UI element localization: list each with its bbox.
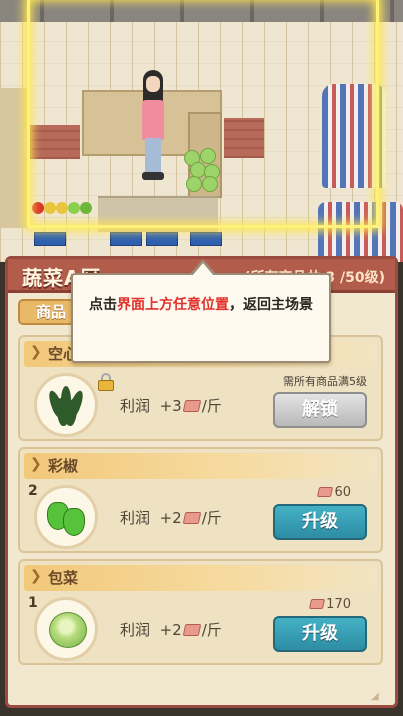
upgrade-cost: 60	[317, 485, 351, 500]
upgrade-cost: 170	[309, 597, 351, 612]
product-level: 1	[28, 595, 38, 611]
upgrade-button[interactable]: 升级	[273, 504, 367, 540]
cash-icon	[309, 599, 326, 609]
cash-icon	[182, 512, 201, 524]
cabbage-icon	[34, 597, 98, 661]
upgrade-button[interactable]: 升级	[273, 616, 367, 652]
unlock-button[interactable]: 解锁	[273, 392, 367, 428]
chevron-right-icon: ❯	[30, 344, 42, 360]
product-name: 包菜	[48, 569, 79, 587]
product-card-cabbage: ❯ 包菜 1 利润 +2/斤 170 升级	[18, 559, 383, 665]
highlight-frame	[27, 0, 379, 228]
profit-text: 利润 +2/斤	[120, 621, 222, 639]
card-header: ❯ 彩椒	[24, 453, 377, 479]
water-spinach-icon	[34, 373, 98, 437]
tooltip-text: 点击界面上方任意位置，返回主场景	[89, 297, 313, 313]
cash-icon	[317, 487, 334, 497]
profit-text: 利润 +2/斤	[120, 509, 222, 527]
tooltip-highlight-text: 界面上方任意位置	[117, 297, 229, 313]
product-card-bell-pepper: ❯ 彩椒 2 利润 +2/斤 60 升级	[18, 447, 383, 553]
card-header: ❯ 包菜	[24, 565, 377, 591]
bell-pepper-icon	[34, 485, 98, 549]
unlock-requirement: 需所有商品满5级	[283, 375, 367, 388]
lock-icon	[98, 373, 114, 391]
stall-wall	[0, 88, 30, 228]
corner-ornament: ◢	[371, 691, 379, 702]
product-level: 2	[28, 483, 38, 499]
cash-icon	[182, 624, 201, 636]
chevron-right-icon: ❯	[30, 568, 42, 584]
cash-icon	[182, 400, 201, 412]
product-name: 彩椒	[48, 457, 79, 475]
chevron-right-icon: ❯	[30, 456, 42, 472]
market-scene[interactable]	[0, 0, 403, 262]
tutorial-tooltip: 点击界面上方任意位置，返回主场景	[71, 259, 331, 363]
profit-text: 利润 +3/斤	[120, 397, 222, 415]
